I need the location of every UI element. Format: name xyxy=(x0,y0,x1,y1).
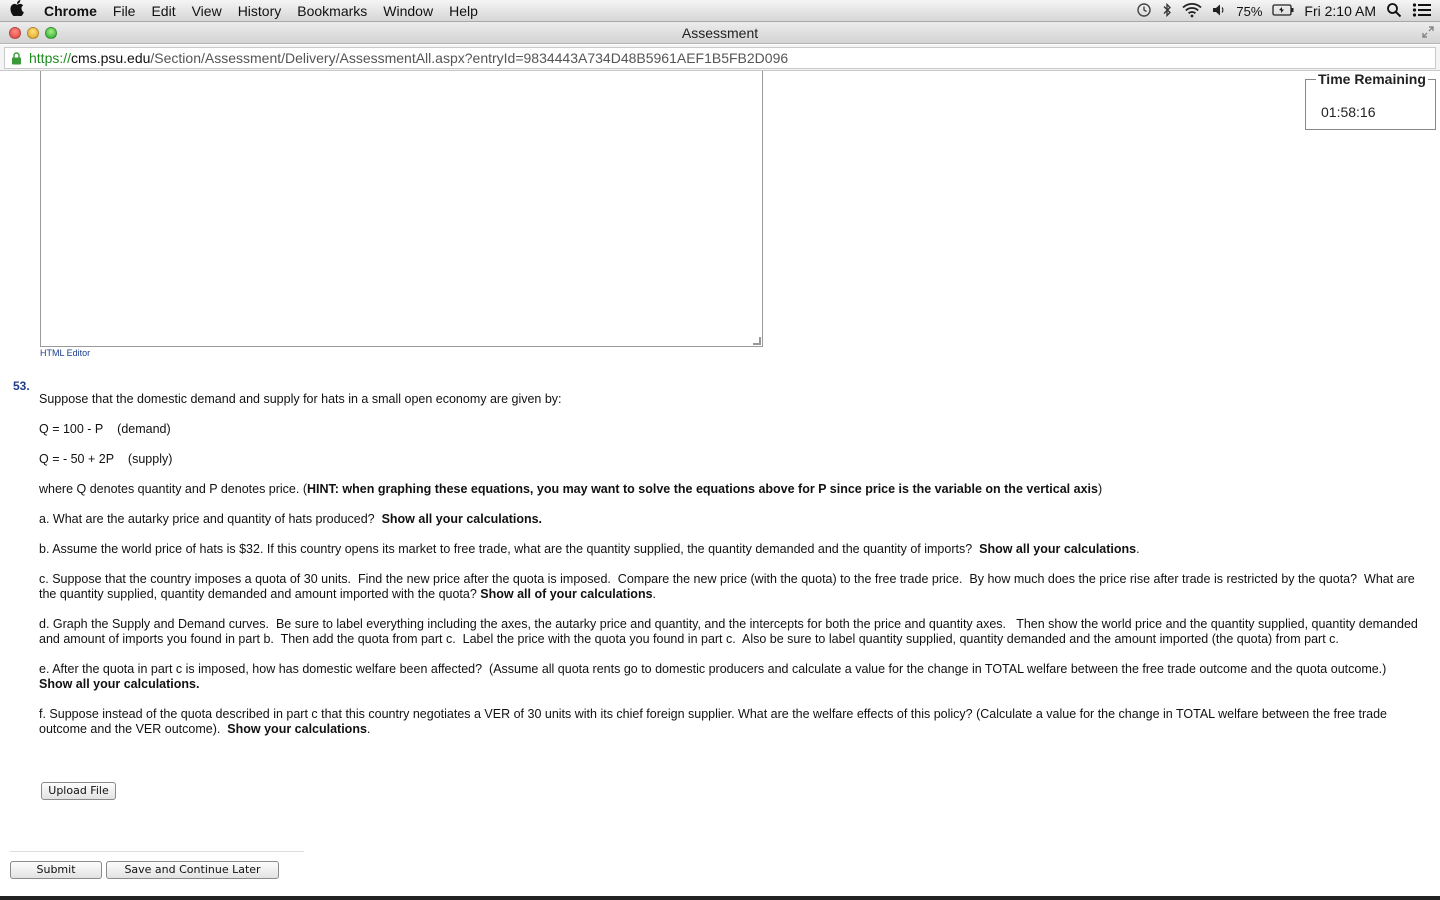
part-a: a. What are the autarky price and quanti… xyxy=(39,512,1419,527)
time-machine-icon[interactable] xyxy=(1136,2,1152,21)
wifi-icon[interactable] xyxy=(1182,2,1202,21)
menu-history[interactable]: History xyxy=(230,0,290,22)
address-bar[interactable]: https://cms.psu.edu/Section/Assessment/D… xyxy=(4,47,1436,69)
where-text: where Q denotes quantity and P denotes p… xyxy=(39,482,307,496)
part-d: d. Graph the Supply and Demand curves. B… xyxy=(39,617,1418,646)
part-f: f. Suppose instead of the quota describe… xyxy=(39,707,1419,737)
part-b: b. Assume the world price of hats is $32… xyxy=(39,542,1419,557)
bluetooth-icon[interactable] xyxy=(1162,2,1172,21)
time-remaining-box: Time Remaining 01:58:16 xyxy=(1305,71,1436,130)
part-c-end: . xyxy=(652,587,657,601)
url-host: cms.psu.edu xyxy=(71,50,151,66)
save-and-continue-later-button[interactable]: Save and Continue Later xyxy=(106,861,279,879)
window-title-bar: Assessment xyxy=(0,22,1440,44)
status-area: 75% Fri 2:10 AM xyxy=(1136,0,1440,22)
clock[interactable]: Fri 2:10 AM xyxy=(1304,3,1376,19)
part-c: c. Suppose that the country imposes a qu… xyxy=(39,572,1419,602)
where-close: ) xyxy=(1097,482,1103,496)
window-title: Assessment xyxy=(681,25,759,41)
menu-window[interactable]: Window xyxy=(375,0,441,22)
menu-view[interactable]: View xyxy=(184,0,230,22)
variable-definition: where Q denotes quantity and P denotes p… xyxy=(39,482,1419,497)
part-f-end: . xyxy=(366,722,371,736)
html-editor-link[interactable]: HTML Editor xyxy=(40,348,90,358)
window-bottom-edge xyxy=(0,896,1440,900)
battery-icon[interactable] xyxy=(1272,3,1294,20)
menu-bookmarks[interactable]: Bookmarks xyxy=(289,0,375,22)
supply-equation: Q = - 50 + 2P (supply) xyxy=(39,452,173,466)
time-remaining-value: 01:58:16 xyxy=(1321,104,1376,120)
part-b-instruction: Show all your calculations xyxy=(979,542,1137,556)
demand-equation: Q = 100 - P (demand) xyxy=(39,422,171,436)
part-b-end: . xyxy=(1136,542,1140,556)
part-e-instruction: Show all your calculations. xyxy=(39,677,200,691)
hint-text: HINT: when graphing these equations, you… xyxy=(307,482,1098,496)
upload-file-button[interactable]: Upload File xyxy=(41,782,116,800)
address-bar-area: https://cms.psu.edu/Section/Assessment/D… xyxy=(0,45,1440,71)
menu-app-name[interactable]: Chrome xyxy=(34,0,105,22)
part-c-instruction: Show all of your calculations xyxy=(480,587,653,601)
part-a-text: a. What are the autarky price and quanti… xyxy=(39,512,382,526)
part-a-instruction: Show all your calculations. xyxy=(381,512,543,526)
question-intro: Suppose that the domestic demand and sup… xyxy=(39,392,562,406)
menu-edit[interactable]: Edit xyxy=(143,0,183,22)
html-editor-textarea[interactable] xyxy=(40,71,763,347)
menu-bar: Chrome File Edit View History Bookmarks … xyxy=(0,0,1440,22)
fullscreen-icon[interactable] xyxy=(1422,26,1434,41)
divider xyxy=(10,851,304,852)
battery-percent[interactable]: 75% xyxy=(1236,4,1262,19)
resize-handle-icon[interactable] xyxy=(753,337,761,345)
part-c-text: c. Suppose that the country imposes a qu… xyxy=(39,572,1415,601)
notification-center-icon[interactable] xyxy=(1412,2,1432,21)
part-e-text: e. After the quota in part c is imposed,… xyxy=(39,662,1387,676)
part-f-instruction: Show your calculations xyxy=(227,722,367,736)
question-number: 53. xyxy=(13,379,30,393)
url-scheme: https:// xyxy=(29,50,72,66)
submit-button[interactable]: Submit xyxy=(10,861,102,879)
volume-icon[interactable] xyxy=(1212,2,1226,21)
secure-lock-icon[interactable] xyxy=(11,52,23,65)
menu-help[interactable]: Help xyxy=(441,0,486,22)
url-path: /Section/Assessment/Delivery/AssessmentA… xyxy=(150,50,789,66)
apple-menu-icon[interactable] xyxy=(0,0,34,21)
time-remaining-label: Time Remaining xyxy=(1316,71,1428,87)
page-content: HTML Editor Time Remaining 01:58:16 53. … xyxy=(0,71,1440,900)
menu-file[interactable]: File xyxy=(105,0,144,22)
part-b-text: b. Assume the world price of hats is $32… xyxy=(39,542,980,556)
part-e: e. After the quota in part c is imposed,… xyxy=(39,662,1419,692)
spotlight-search-icon[interactable] xyxy=(1386,2,1402,21)
question-body: Suppose that the domestic demand and sup… xyxy=(39,392,1419,752)
